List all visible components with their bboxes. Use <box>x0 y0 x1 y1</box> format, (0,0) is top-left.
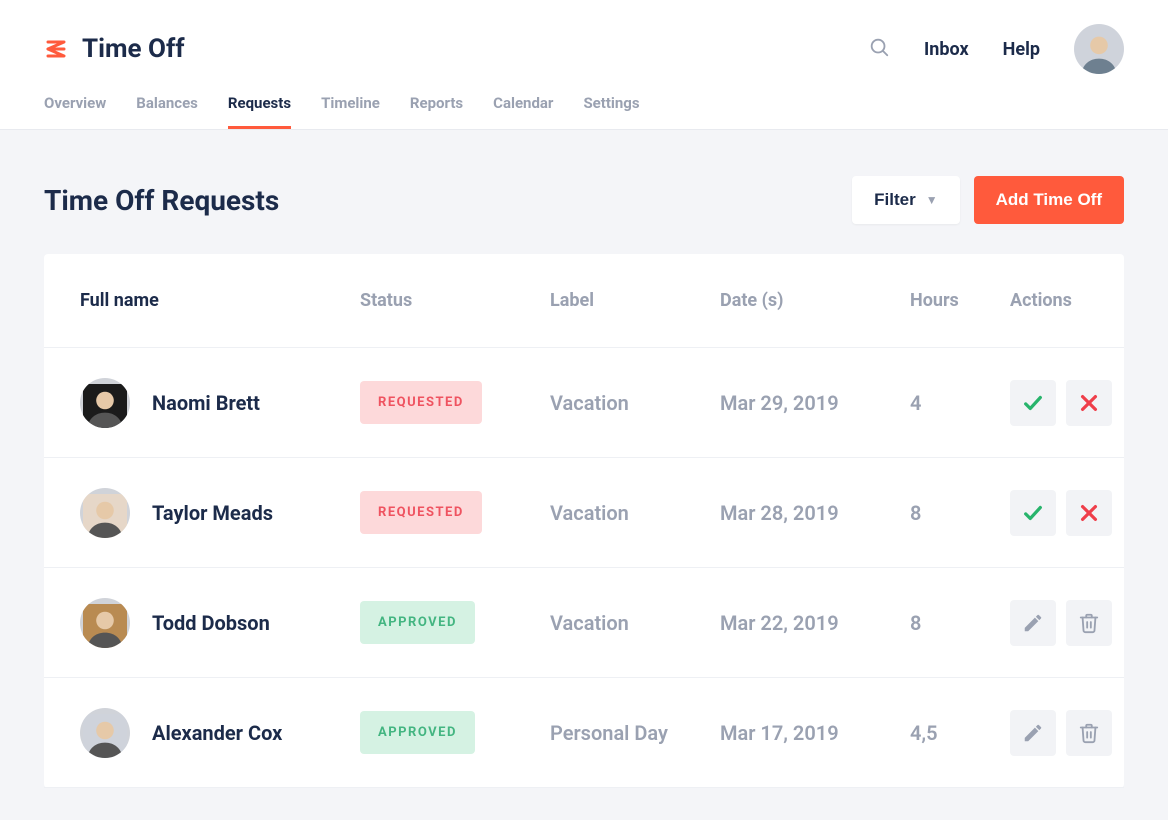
col-dates: Date (s) <box>720 290 910 311</box>
row-name: Todd Dobson <box>152 611 270 635</box>
table-row: Naomi Brett REQUESTED VacationMar 29, 2019… <box>44 348 1124 458</box>
search-icon[interactable] <box>868 36 890 62</box>
cell-name: Naomi Brett <box>80 378 360 428</box>
col-hours: Hours <box>910 290 1010 311</box>
cell-label: Vacation <box>550 501 720 525</box>
row-name: Naomi Brett <box>152 391 260 415</box>
delete-button[interactable] <box>1066 710 1112 756</box>
row-avatar <box>80 378 130 428</box>
col-label: Label <box>550 290 720 311</box>
brand-logo-icon <box>44 37 68 61</box>
cell-dates: Mar 22, 2019 <box>720 611 910 635</box>
cell-label: Personal Day <box>550 721 720 745</box>
reject-button[interactable] <box>1066 490 1112 536</box>
row-avatar <box>80 708 130 758</box>
tab-settings[interactable]: Settings <box>583 94 639 129</box>
status-badge: REQUESTED <box>360 491 482 534</box>
row-name: Taylor Meads <box>152 501 273 525</box>
app-title: Time Off <box>82 34 185 64</box>
tab-balances[interactable]: Balances <box>136 94 198 129</box>
col-actions: Actions <box>1010 290 1168 311</box>
app-header: Time Off Inbox Help Overview Balances Re… <box>0 0 1168 130</box>
cell-name: Todd Dobson <box>80 598 360 648</box>
table-row: Todd Dobson APPROVED VacationMar 22, 20198 <box>44 568 1124 678</box>
brand: Time Off <box>44 34 185 64</box>
edit-button[interactable] <box>1010 710 1056 756</box>
cell-name: Taylor Meads <box>80 488 360 538</box>
cell-status: APPROVED <box>360 601 550 644</box>
cell-hours: 4 <box>910 391 1010 415</box>
requests-table: Full name Status Label Date (s) Hours Ac… <box>44 254 1124 788</box>
page-title: Time Off Requests <box>44 184 279 217</box>
add-time-off-label: Add Time Off <box>996 190 1102 210</box>
header-top: Time Off Inbox Help <box>44 24 1124 74</box>
cell-actions <box>1010 710 1168 756</box>
tab-timeline[interactable]: Timeline <box>321 94 380 129</box>
tab-reports[interactable]: Reports <box>410 94 463 129</box>
filter-button[interactable]: Filter ▼ <box>852 176 959 224</box>
cell-label: Vacation <box>550 391 720 415</box>
content-head: Time Off Requests Filter ▼ Add Time Off <box>44 176 1124 224</box>
table-row: Alexander Cox APPROVED Personal DayMar 17,… <box>44 678 1124 788</box>
cell-status: APPROVED <box>360 711 550 754</box>
table-header: Full name Status Label Date (s) Hours Ac… <box>44 254 1124 348</box>
approve-button[interactable] <box>1010 490 1056 536</box>
status-badge: APPROVED <box>360 601 475 644</box>
chevron-down-icon: ▼ <box>926 193 938 207</box>
cell-actions <box>1010 380 1168 426</box>
tab-overview[interactable]: Overview <box>44 94 106 129</box>
cell-label: Vacation <box>550 611 720 635</box>
row-avatar <box>80 598 130 648</box>
table-row: Taylor Meads REQUESTED VacationMar 28, 201… <box>44 458 1124 568</box>
content: Time Off Requests Filter ▼ Add Time Off … <box>0 130 1168 820</box>
col-name: Full name <box>80 290 360 311</box>
cell-name: Alexander Cox <box>80 708 360 758</box>
delete-button[interactable] <box>1066 600 1112 646</box>
tabs: Overview Balances Requests Timeline Repo… <box>44 94 1124 129</box>
filter-label: Filter <box>874 190 916 210</box>
tab-calendar[interactable]: Calendar <box>493 94 553 129</box>
cell-dates: Mar 29, 2019 <box>720 391 910 415</box>
header-right: Inbox Help <box>868 24 1124 74</box>
col-status: Status <box>360 290 550 311</box>
help-link[interactable]: Help <box>1003 39 1040 60</box>
status-badge: REQUESTED <box>360 381 482 424</box>
approve-button[interactable] <box>1010 380 1056 426</box>
row-avatar <box>80 488 130 538</box>
row-name: Alexander Cox <box>152 721 282 745</box>
cell-status: REQUESTED <box>360 491 550 534</box>
inbox-link[interactable]: Inbox <box>924 39 969 60</box>
status-badge: APPROVED <box>360 711 475 754</box>
cell-hours: 8 <box>910 611 1010 635</box>
cell-hours: 8 <box>910 501 1010 525</box>
reject-button[interactable] <box>1066 380 1112 426</box>
cell-status: REQUESTED <box>360 381 550 424</box>
cell-dates: Mar 17, 2019 <box>720 721 910 745</box>
cell-actions <box>1010 490 1168 536</box>
page-actions: Filter ▼ Add Time Off <box>852 176 1124 224</box>
cell-actions <box>1010 600 1168 646</box>
user-avatar[interactable] <box>1074 24 1124 74</box>
add-time-off-button[interactable]: Add Time Off <box>974 176 1124 224</box>
tab-requests[interactable]: Requests <box>228 94 291 129</box>
edit-button[interactable] <box>1010 600 1056 646</box>
cell-hours: 4,5 <box>910 721 1010 745</box>
cell-dates: Mar 28, 2019 <box>720 501 910 525</box>
